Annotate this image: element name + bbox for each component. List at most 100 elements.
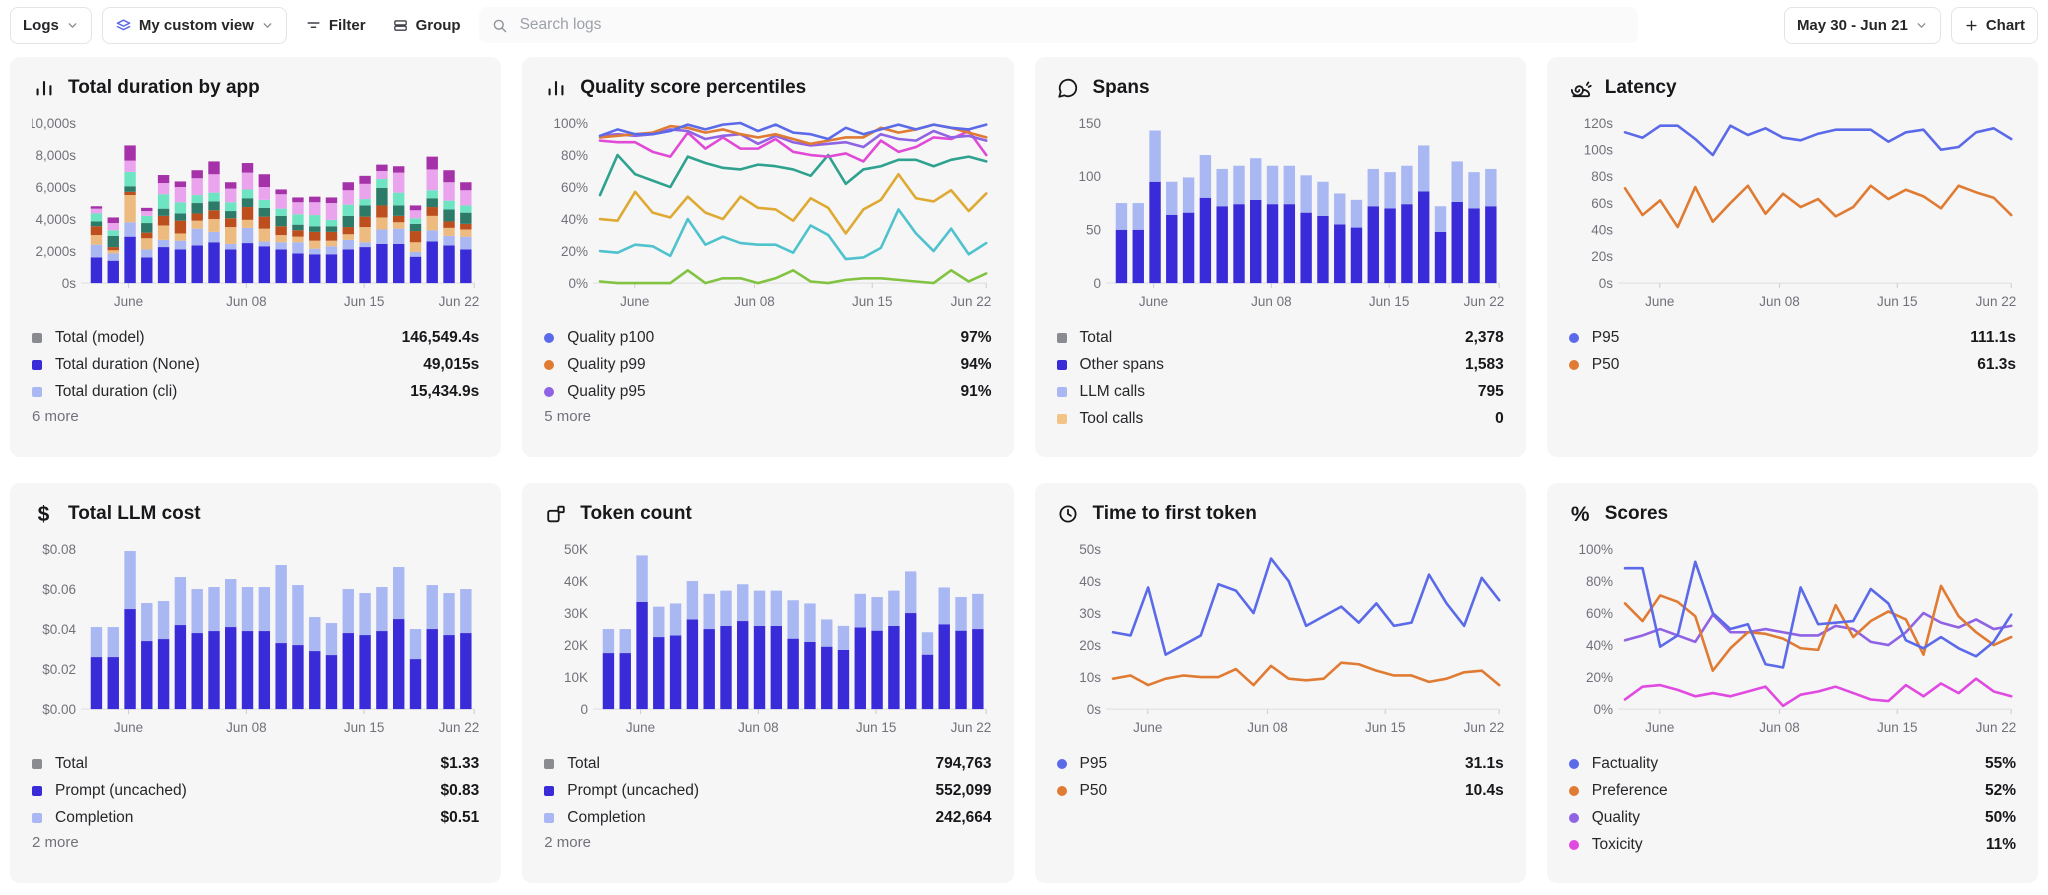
- legend-dot-icon: [1569, 840, 1579, 850]
- legend-item[interactable]: Quality p9994%: [544, 351, 991, 378]
- svg-text:60%: 60%: [561, 180, 588, 195]
- svg-text:Jun 22: Jun 22: [1975, 720, 2016, 735]
- svg-text:Jun 15: Jun 15: [1877, 720, 1918, 735]
- legend-label: Preference: [1592, 782, 1668, 800]
- legend-value: 0: [1495, 410, 1504, 428]
- chart-canvas: 0s2,000s4,000s6,000s8,000s10,000sJuneJun…: [32, 108, 479, 320]
- chart-canvas: $0.00$0.02$0.04$0.06$0.08JuneJun 08Jun 1…: [32, 534, 479, 746]
- svg-text:Jun 15: Jun 15: [1877, 294, 1918, 309]
- svg-text:80%: 80%: [1586, 574, 1613, 589]
- svg-text:80s: 80s: [1591, 169, 1613, 184]
- legend-swatch-icon: [1057, 360, 1067, 370]
- svg-text:6,000s: 6,000s: [35, 180, 76, 195]
- search-input[interactable]: [518, 15, 1626, 35]
- legend-value: $0.51: [440, 809, 479, 827]
- legend-item[interactable]: Toxicity11%: [1569, 831, 2016, 858]
- svg-text:40K: 40K: [564, 574, 588, 589]
- chart-canvas: 0s20s40s60s80s100s120sJuneJun 08Jun 15Ju…: [1569, 108, 2016, 320]
- svg-text:Jun 08: Jun 08: [226, 294, 267, 309]
- legend-item[interactable]: Total duration (cli)15,434.9s: [32, 378, 479, 405]
- legend-item[interactable]: Preference52%: [1569, 777, 2016, 804]
- legend-item[interactable]: Tool calls0: [1057, 405, 1504, 432]
- legend-item[interactable]: P50 61.3s: [1569, 351, 2016, 378]
- chevron-down-icon: [66, 19, 79, 32]
- legend-item[interactable]: Total (model)146,549.4s: [32, 324, 479, 351]
- legend-item[interactable]: Total2,378: [1057, 324, 1504, 351]
- legend-item[interactable]: P95111.1s: [1569, 324, 2016, 351]
- svg-text:10,000s: 10,000s: [32, 116, 76, 131]
- legend-item[interactable]: Quality p9591%: [544, 378, 991, 405]
- legend-value: 10.4s: [1465, 782, 1504, 800]
- group-button[interactable]: Group: [384, 8, 469, 43]
- legend-label: P50: [1592, 356, 1620, 374]
- card-header: $Total LLM cost: [32, 496, 479, 532]
- card-header: Total duration by app: [32, 70, 479, 106]
- legend-more[interactable]: 2 more: [544, 834, 991, 851]
- filter-button-label: Filter: [329, 17, 366, 34]
- legend-item[interactable]: Completion$0.51: [32, 804, 479, 831]
- date-range-picker[interactable]: May 30 - Jun 21: [1784, 7, 1941, 44]
- legend-label: Factuality: [1592, 755, 1658, 773]
- svg-text:June: June: [1645, 294, 1674, 309]
- legend-more[interactable]: 5 more: [544, 408, 991, 425]
- svg-text:Jun 15: Jun 15: [344, 720, 385, 735]
- legend-swatch-icon: [32, 360, 42, 370]
- legend-item[interactable]: Total794,763: [544, 750, 991, 777]
- card-header: Latency: [1569, 70, 2016, 106]
- legend-item[interactable]: Quality50%: [1569, 804, 2016, 831]
- legend-item[interactable]: LLM calls795: [1057, 378, 1504, 405]
- logs-dropdown[interactable]: Logs: [10, 7, 92, 44]
- legend-label: Toxicity: [1592, 836, 1643, 854]
- svg-text:4,000s: 4,000s: [35, 212, 76, 227]
- legend-item[interactable]: Prompt (uncached)$0.83: [32, 777, 479, 804]
- legend-item[interactable]: Factuality55%: [1569, 750, 2016, 777]
- bar-chart-icon: [32, 77, 55, 100]
- legend-label: P95: [1080, 755, 1108, 773]
- svg-text:Jun 08: Jun 08: [1759, 294, 1800, 309]
- filter-button[interactable]: Filter: [297, 8, 374, 43]
- svg-text:$0.02: $0.02: [42, 662, 76, 677]
- legend-swatch-icon: [32, 759, 42, 769]
- legend-item[interactable]: Total duration (None)49,015s: [32, 351, 479, 378]
- legend-item[interactable]: Total$1.33: [32, 750, 479, 777]
- legend-item[interactable]: Quality p10097%: [544, 324, 991, 351]
- chart-card-quality-score-percentiles: Quality score percentiles0%20%40%60%80%1…: [522, 57, 1013, 457]
- legend-value: 146,549.4s: [402, 329, 480, 347]
- svg-text:0s: 0s: [62, 276, 77, 291]
- add-chart-button[interactable]: Chart: [1951, 7, 2038, 44]
- chart-legend: Factuality55%Preference52%Quality50%Toxi…: [1569, 750, 2016, 858]
- svg-text:20K: 20K: [564, 638, 588, 653]
- legend-item[interactable]: P5010.4s: [1057, 777, 1504, 804]
- svg-text:20s: 20s: [1079, 638, 1101, 653]
- legend-value: 61.3s: [1977, 356, 2016, 374]
- svg-text:100s: 100s: [1584, 143, 1614, 158]
- legend-value: 1,583: [1465, 356, 1504, 374]
- custom-view-dropdown[interactable]: My custom view: [102, 7, 287, 44]
- legend-dot-icon: [544, 360, 554, 370]
- legend-more[interactable]: 2 more: [32, 834, 479, 851]
- message-icon: [1057, 77, 1080, 100]
- search-container: [479, 7, 1638, 43]
- legend-label: Quality p99: [567, 356, 645, 374]
- legend-value: 794,763: [935, 755, 991, 773]
- legend-value: 31.1s: [1465, 755, 1504, 773]
- svg-text:100%: 100%: [554, 116, 589, 131]
- svg-text:$0.04: $0.04: [42, 622, 76, 637]
- svg-text:100: 100: [1078, 169, 1101, 184]
- legend-dot-icon: [1569, 759, 1579, 769]
- svg-text:Jun 15: Jun 15: [856, 720, 897, 735]
- legend-swatch-icon: [32, 786, 42, 796]
- legend-item[interactable]: Completion242,664: [544, 804, 991, 831]
- legend-swatch-icon: [544, 786, 554, 796]
- card-title: Scores: [1605, 503, 1668, 525]
- legend-item[interactable]: P95 31.1s: [1057, 750, 1504, 777]
- svg-text:Jun 08: Jun 08: [1251, 294, 1292, 309]
- svg-text:50K: 50K: [564, 542, 588, 557]
- legend-item[interactable]: Other spans1,583: [1057, 351, 1504, 378]
- chart-card-spans: Spans050100150JuneJun 08Jun 15Jun 22Tota…: [1035, 57, 1526, 457]
- legend-more[interactable]: 6 more: [32, 408, 479, 425]
- chart-legend: Total$1.33Prompt (uncached)$0.83Completi…: [32, 750, 479, 831]
- chevron-down-icon: [261, 19, 274, 32]
- svg-text:60%: 60%: [1586, 606, 1613, 621]
- legend-item[interactable]: Prompt (uncached)552,099: [544, 777, 991, 804]
